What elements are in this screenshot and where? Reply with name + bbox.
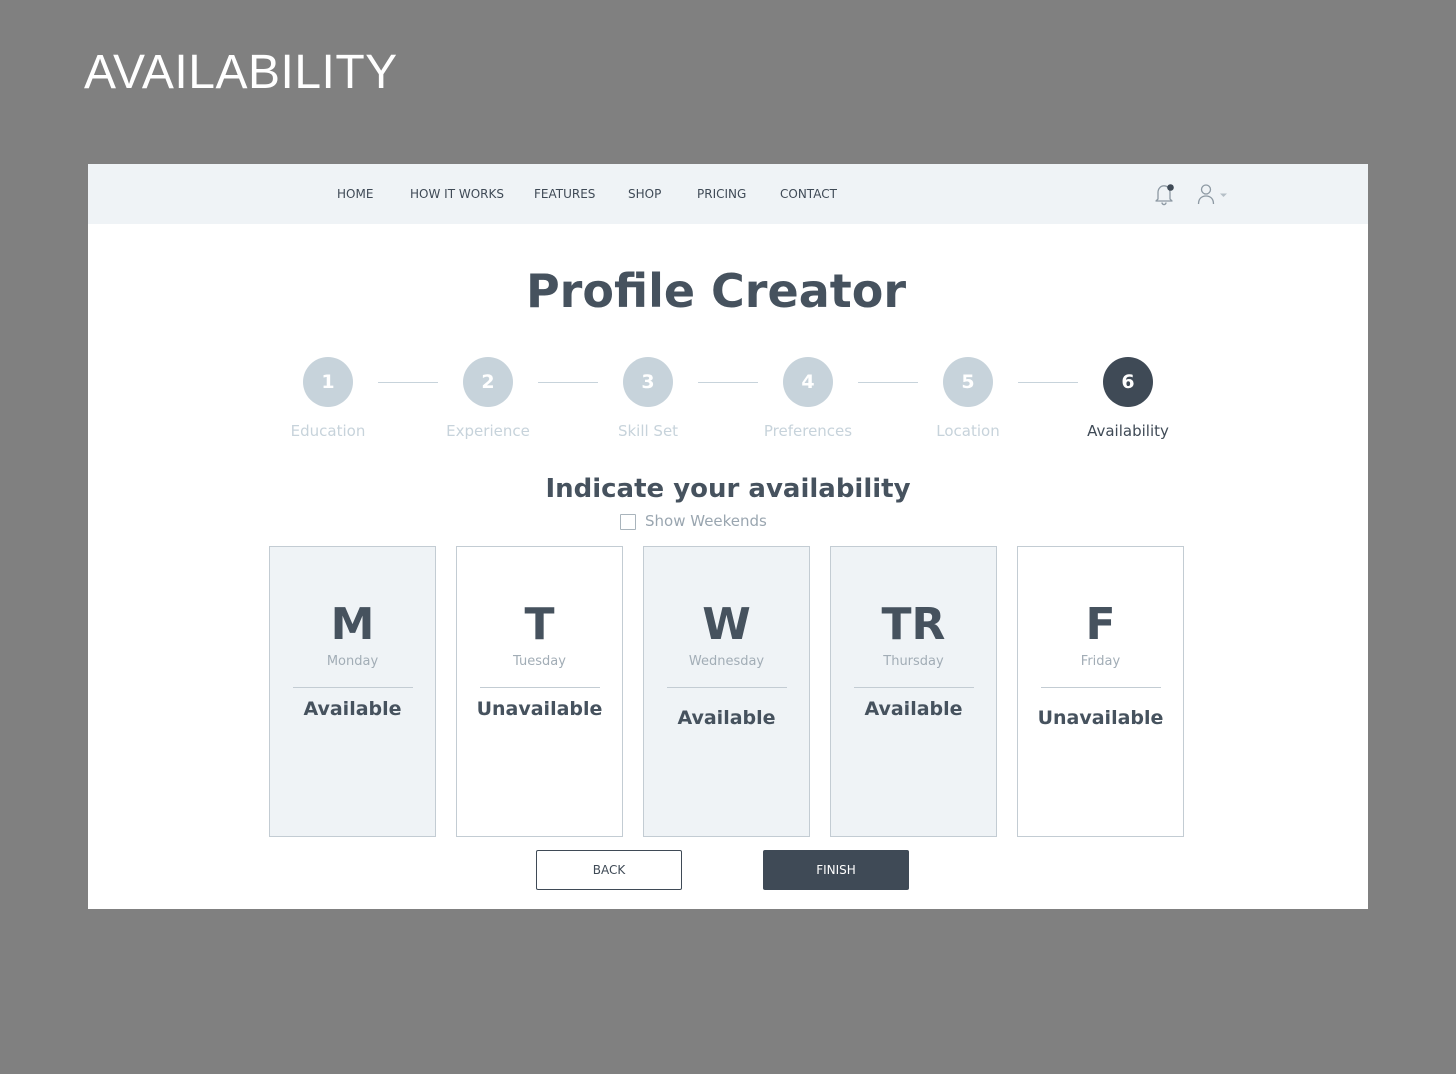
- card-divider: [480, 687, 600, 688]
- availability-heading: Indicate your availability: [545, 474, 911, 504]
- nav-item-home[interactable]: HOME: [337, 186, 373, 202]
- day-name: Thursday: [883, 654, 944, 669]
- step-2-label[interactable]: Experience: [418, 422, 558, 440]
- nav-item-how-it-works[interactable]: HOW IT WORKS: [410, 186, 504, 202]
- day-letter: F: [1085, 599, 1116, 650]
- app-window: HOME HOW IT WORKS FEATURES SHOP PRICING …: [88, 164, 1368, 909]
- day-card-monday[interactable]: M Monday Available: [269, 546, 436, 837]
- day-status: Available: [677, 707, 776, 729]
- day-status: Available: [303, 698, 402, 720]
- card-divider: [1041, 687, 1161, 688]
- user-icon: [1197, 184, 1227, 205]
- day-letter: M: [330, 599, 375, 650]
- step-6-circle[interactable]: 6: [1103, 357, 1153, 407]
- day-name: Monday: [326, 654, 379, 669]
- day-status: Unavailable: [1037, 707, 1164, 729]
- step-2-circle[interactable]: 2: [463, 357, 513, 407]
- nav-item-features[interactable]: FEATURES: [534, 186, 595, 202]
- step-3-label[interactable]: Skill Set: [578, 422, 718, 440]
- top-navigation: HOME HOW IT WORKS FEATURES SHOP PRICING …: [88, 164, 1368, 224]
- step-connector: [538, 382, 598, 383]
- day-name: Friday: [1080, 654, 1121, 669]
- nav-item-shop[interactable]: SHOP: [628, 186, 661, 202]
- finish-button[interactable]: FINISH: [763, 850, 909, 890]
- day-card-thursday[interactable]: TR Thursday Available: [830, 546, 997, 837]
- page-title: Profile Creator: [525, 264, 907, 318]
- step-6-label[interactable]: Availability: [1058, 422, 1198, 440]
- user-menu[interactable]: [1196, 182, 1230, 206]
- step-3-circle[interactable]: 3: [623, 357, 673, 407]
- day-letter: TR: [881, 599, 946, 650]
- nav-item-contact[interactable]: CONTACT: [780, 186, 837, 202]
- day-card-wednesday[interactable]: W Wednesday Available: [643, 546, 810, 837]
- step-connector: [1018, 382, 1078, 383]
- show-weekends-label: Show Weekends: [645, 512, 767, 530]
- step-1-label[interactable]: Education: [258, 422, 398, 440]
- day-status: Unavailable: [476, 698, 603, 720]
- card-divider: [293, 687, 413, 688]
- bell-icon[interactable]: [1154, 182, 1176, 206]
- day-name: Wednesday: [688, 654, 765, 669]
- day-letter: W: [702, 599, 751, 650]
- day-status: Available: [864, 698, 963, 720]
- step-5-circle[interactable]: 5: [943, 357, 993, 407]
- day-name: Tuesday: [513, 654, 566, 669]
- step-4-label[interactable]: Preferences: [738, 422, 878, 440]
- step-connector: [378, 382, 438, 383]
- day-card-friday[interactable]: F Friday Unavailable: [1017, 546, 1184, 837]
- day-letter: T: [524, 599, 555, 650]
- step-connector: [698, 382, 758, 383]
- day-card-tuesday[interactable]: T Tuesday Unavailable: [456, 546, 623, 837]
- back-button[interactable]: BACK: [536, 850, 682, 890]
- step-connector: [858, 382, 918, 383]
- card-divider: [854, 687, 974, 688]
- nav-item-pricing[interactable]: PRICING: [697, 186, 746, 202]
- step-4-circle[interactable]: 4: [783, 357, 833, 407]
- step-1-circle[interactable]: 1: [303, 357, 353, 407]
- board-title: AVAILABILITY: [84, 46, 398, 99]
- show-weekends-checkbox[interactable]: [620, 514, 636, 530]
- card-divider: [667, 687, 787, 688]
- step-5-label[interactable]: Location: [898, 422, 1038, 440]
